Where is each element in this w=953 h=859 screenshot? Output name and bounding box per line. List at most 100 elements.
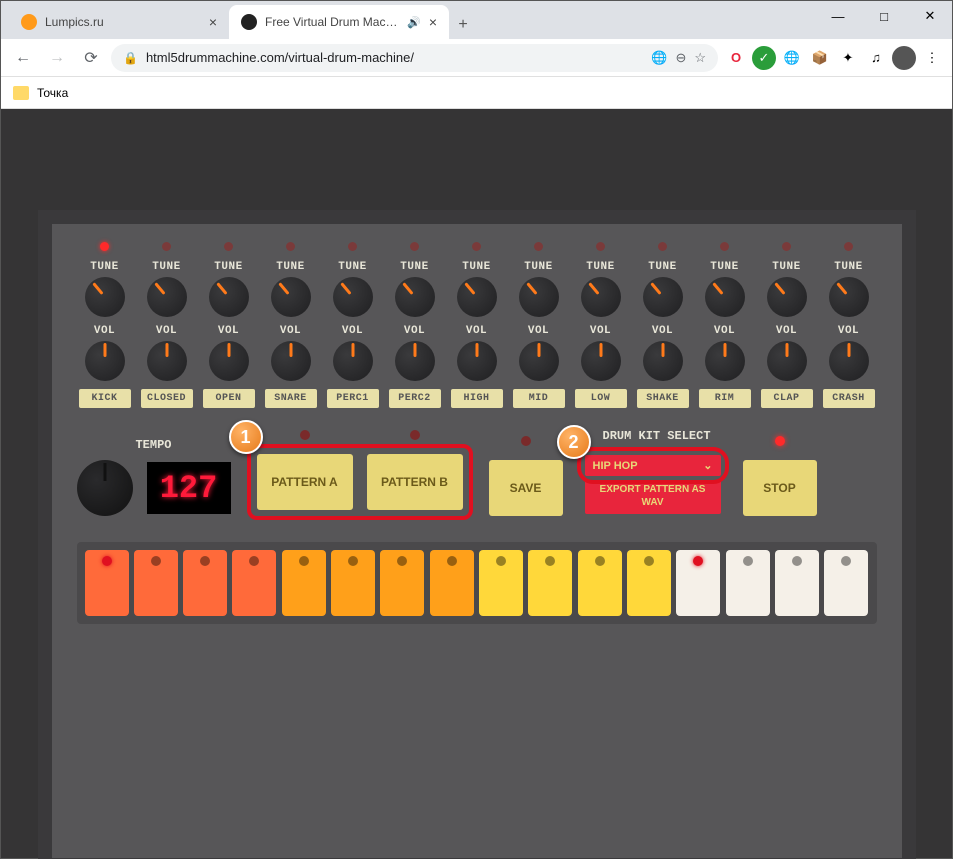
channel-button[interactable]: CLOSED <box>141 389 193 408</box>
channel-perc1: TUNEVOLPERC1 <box>325 242 381 408</box>
back-button[interactable]: ← <box>9 44 37 72</box>
tune-label: TUNE <box>834 261 862 273</box>
step-pad-3[interactable] <box>183 550 227 616</box>
step-pad-2[interactable] <box>134 550 178 616</box>
minimize-button[interactable]: — <box>815 0 861 32</box>
step-pad-10[interactable] <box>528 550 572 616</box>
star-icon[interactable]: ☆ <box>694 50 706 66</box>
tune-knob[interactable] <box>829 277 869 317</box>
step-pad-14[interactable] <box>726 550 770 616</box>
maximize-button[interactable]: □ <box>861 0 907 32</box>
channel-button[interactable]: SNARE <box>265 389 317 408</box>
vol-knob[interactable] <box>829 341 869 381</box>
vol-knob[interactable] <box>643 341 683 381</box>
channel-button[interactable]: MID <box>513 389 565 408</box>
channel-button[interactable]: KICK <box>79 389 131 408</box>
ext-opera-icon[interactable]: O <box>724 46 748 70</box>
vol-knob[interactable] <box>519 341 559 381</box>
translate-icon[interactable]: 🌐 <box>651 50 667 66</box>
channel-button[interactable]: PERC1 <box>327 389 379 408</box>
vol-knob[interactable] <box>705 341 745 381</box>
vol-knob[interactable] <box>767 341 807 381</box>
browser-tab-1[interactable]: Lumpics.ru × <box>9 5 229 39</box>
channel-button[interactable]: CRASH <box>823 389 875 408</box>
tune-knob[interactable] <box>457 277 497 317</box>
vol-knob[interactable] <box>147 341 187 381</box>
browser-menu-button[interactable]: ⋮ <box>920 46 944 70</box>
step-pad-15[interactable] <box>775 550 819 616</box>
channel-button[interactable]: SHAKE <box>637 389 689 408</box>
kit-select-label: DRUM KIT SELECT <box>603 429 711 443</box>
drum-kit-select[interactable]: HIP HOP ⌄ <box>585 455 721 476</box>
export-wav-button[interactable]: EXPORT PATTERN AS WAV <box>585 480 721 514</box>
tune-knob[interactable] <box>395 277 435 317</box>
ext-globe-icon[interactable]: 🌐 <box>780 46 804 70</box>
vol-knob[interactable] <box>395 341 435 381</box>
led-icon <box>844 242 853 251</box>
lock-icon: 🔒 <box>123 51 138 65</box>
channel-button[interactable]: HIGH <box>451 389 503 408</box>
channel-button[interactable]: PERC2 <box>389 389 441 408</box>
vol-label: VOL <box>218 325 239 337</box>
reload-button[interactable]: ⟳ <box>77 44 105 72</box>
vol-knob[interactable] <box>581 341 621 381</box>
channel-button[interactable]: CLAP <box>761 389 813 408</box>
zoom-icon[interactable]: ⊖ <box>675 50 686 66</box>
close-tab-icon[interactable]: × <box>209 14 217 30</box>
new-tab-button[interactable]: + <box>449 11 477 39</box>
tempo-knob[interactable] <box>77 460 133 516</box>
tune-knob[interactable] <box>271 277 311 317</box>
ext-playlist-icon[interactable]: ♫ <box>864 46 888 70</box>
channel-button[interactable]: LOW <box>575 389 627 408</box>
step-pad-6[interactable] <box>331 550 375 616</box>
step-pad-7[interactable] <box>380 550 424 616</box>
step-pad-5[interactable] <box>282 550 326 616</box>
control-row: TEMPO 127 1 PATTERN A <box>77 438 877 516</box>
tune-knob[interactable] <box>147 277 187 317</box>
channel-button[interactable]: OPEN <box>203 389 255 408</box>
profile-avatar[interactable] <box>892 46 916 70</box>
tune-knob[interactable] <box>767 277 807 317</box>
tune-knob[interactable] <box>581 277 621 317</box>
ext-cube-icon[interactable]: 📦 <box>808 46 832 70</box>
vol-knob[interactable] <box>209 341 249 381</box>
vol-knob[interactable] <box>457 341 497 381</box>
channel-button[interactable]: RIM <box>699 389 751 408</box>
vol-label: VOL <box>652 325 673 337</box>
close-window-button[interactable]: ✕ <box>907 0 953 32</box>
step-pad-16[interactable] <box>824 550 868 616</box>
close-tab-icon[interactable]: × <box>429 14 437 30</box>
tune-knob[interactable] <box>85 277 125 317</box>
bookmark-item[interactable]: Точка <box>37 86 68 100</box>
browser-tab-2[interactable]: Free Virtual Drum Machine, U 🔊 × <box>229 5 449 39</box>
tune-knob[interactable] <box>333 277 373 317</box>
tune-knob[interactable] <box>705 277 745 317</box>
step-pad-8[interactable] <box>430 550 474 616</box>
tune-knob[interactable] <box>209 277 249 317</box>
extensions-menu-icon[interactable]: ✦ <box>836 46 860 70</box>
save-button[interactable]: SAVE <box>489 460 563 516</box>
vol-knob[interactable] <box>333 341 373 381</box>
step-pad-12[interactable] <box>627 550 671 616</box>
tune-label: TUNE <box>152 261 180 273</box>
led-icon <box>782 242 791 251</box>
vol-knob[interactable] <box>271 341 311 381</box>
audio-icon[interactable]: 🔊 <box>407 16 421 29</box>
step-pad-11[interactable] <box>578 550 622 616</box>
step-pad-4[interactable] <box>232 550 276 616</box>
stop-button[interactable]: STOP <box>743 460 817 516</box>
pattern-b-button[interactable]: PATTERN B <box>367 454 463 510</box>
forward-button[interactable]: → <box>43 44 71 72</box>
tune-knob[interactable] <box>643 277 683 317</box>
address-bar[interactable]: 🔒 html5drummachine.com/virtual-drum-mach… <box>111 44 718 72</box>
led-icon <box>775 436 785 446</box>
button-label: PATTERN A <box>271 475 337 489</box>
step-pad-9[interactable] <box>479 550 523 616</box>
ext-check-icon[interactable]: ✓ <box>752 46 776 70</box>
step-pad-13[interactable] <box>676 550 720 616</box>
vol-knob[interactable] <box>85 341 125 381</box>
pattern-a-button[interactable]: PATTERN A <box>257 454 353 510</box>
led-icon <box>534 242 543 251</box>
step-pad-1[interactable] <box>85 550 129 616</box>
tune-knob[interactable] <box>519 277 559 317</box>
